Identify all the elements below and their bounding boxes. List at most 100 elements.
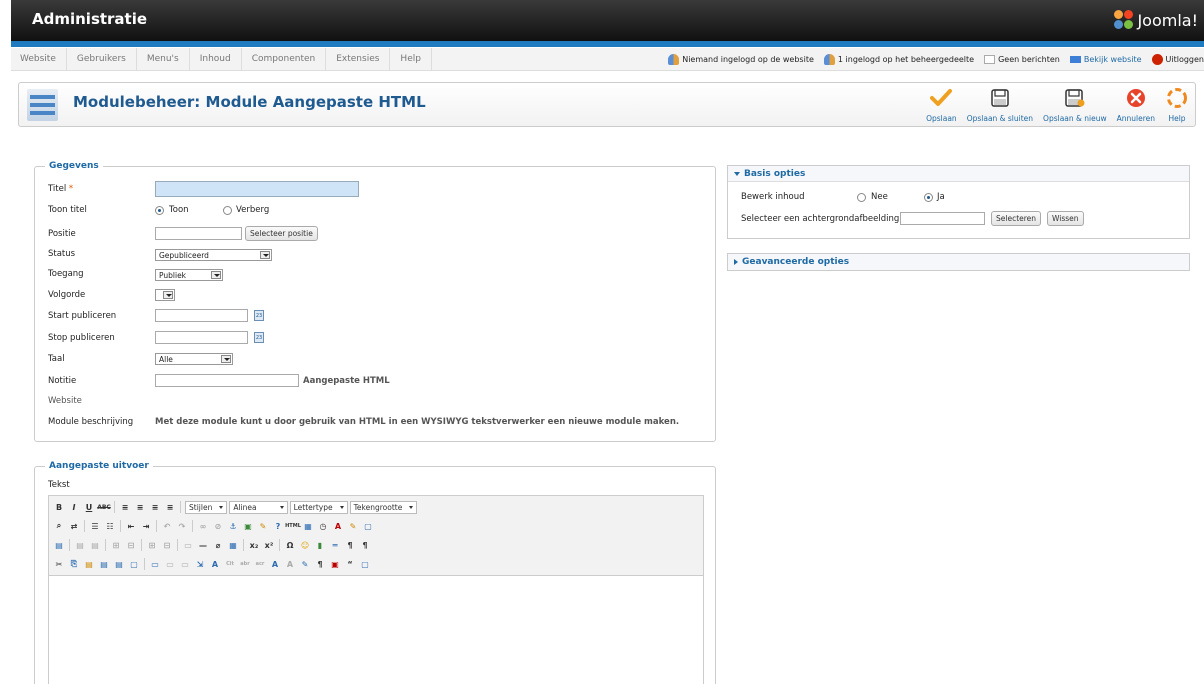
clear-image-button[interactable]: Wissen: [1047, 211, 1084, 226]
image-icon[interactable]: ▣: [242, 520, 254, 532]
advanced-options-header[interactable]: Geavanceerde opties: [728, 254, 1189, 270]
align-left-icon[interactable]: ≡: [119, 501, 131, 513]
cut-icon[interactable]: ✂: [53, 558, 65, 570]
position-input[interactable]: [155, 227, 242, 240]
superscript-icon[interactable]: x²: [263, 539, 275, 551]
cleanup-icon[interactable]: ✎: [257, 520, 269, 532]
delete-row-icon[interactable]: ⊟: [125, 539, 137, 551]
joomla-logo[interactable]: Joomla!: [1114, 9, 1198, 31]
menu-help[interactable]: Help: [390, 48, 432, 71]
redo-icon[interactable]: ↷: [176, 520, 188, 532]
style-props-icon[interactable]: A: [209, 558, 221, 570]
view-site-link[interactable]: Bekijk website: [1069, 55, 1142, 64]
save-close-button[interactable]: Opslaan & sluiten: [967, 87, 1033, 123]
insert-col-icon[interactable]: ⊞: [146, 539, 158, 551]
layer-insert-icon[interactable]: ▭: [149, 558, 161, 570]
anchor-icon[interactable]: ⚓: [227, 520, 239, 532]
underline-icon[interactable]: U: [83, 501, 95, 513]
align-center-icon[interactable]: ≡: [134, 501, 146, 513]
cancel-button[interactable]: Annuleren: [1117, 87, 1155, 123]
paste-icon[interactable]: ▤: [83, 558, 95, 570]
menu-extensions[interactable]: Extensies: [326, 48, 391, 71]
row-props-icon[interactable]: ▤: [74, 539, 86, 551]
subscript-icon[interactable]: x₂: [248, 539, 260, 551]
template-icon[interactable]: ▣: [329, 558, 341, 570]
note-input[interactable]: [155, 374, 299, 387]
styles-select[interactable]: Stijlen: [185, 500, 228, 514]
copy-icon[interactable]: ⎘: [68, 558, 80, 570]
date-icon[interactable]: ▦: [302, 520, 314, 532]
abbr-icon[interactable]: abr: [239, 558, 251, 570]
basic-options-header[interactable]: Basis opties: [728, 166, 1189, 182]
calendar-icon[interactable]: 23: [254, 310, 264, 321]
select-position-button[interactable]: Selecteer positie: [245, 226, 318, 241]
strikethrough-icon[interactable]: ABC: [97, 501, 111, 513]
stop-publishing-input[interactable]: [155, 331, 248, 344]
select-image-button[interactable]: Selecteren: [991, 211, 1042, 226]
ins-icon[interactable]: A: [269, 558, 281, 570]
language-select[interactable]: Alle: [155, 353, 233, 365]
access-select[interactable]: Publiek: [155, 269, 223, 281]
format-select[interactable]: Alinea: [229, 500, 288, 514]
italic-icon[interactable]: I: [68, 501, 80, 513]
attributes-icon[interactable]: ✎: [299, 558, 311, 570]
show-title-radio-hide[interactable]: [223, 206, 232, 215]
numbered-list-icon[interactable]: ☷: [104, 520, 116, 532]
unlink-icon[interactable]: ⊘: [212, 520, 224, 532]
html-source-icon[interactable]: HTML: [285, 520, 301, 532]
align-right-icon[interactable]: ≡: [149, 501, 161, 513]
highlight-icon[interactable]: ✎: [347, 520, 359, 532]
help-button[interactable]: Help: [1165, 87, 1189, 123]
menu-users[interactable]: Gebruikers: [67, 48, 137, 71]
find-icon[interactable]: ⌕: [53, 520, 65, 532]
editor-content-area[interactable]: [49, 577, 703, 684]
remove-format-icon[interactable]: ⌀: [212, 539, 224, 551]
cite-icon[interactable]: Cit: [224, 558, 236, 570]
outdent-icon[interactable]: ⇤: [125, 520, 137, 532]
table-icon[interactable]: ▤: [53, 539, 65, 551]
insert-row-icon[interactable]: ⊞: [110, 539, 122, 551]
menu-content[interactable]: Inhoud: [190, 48, 242, 71]
cell-props-icon[interactable]: ▤: [89, 539, 101, 551]
ltr-icon[interactable]: ¶: [344, 539, 356, 551]
special-char-icon[interactable]: Ω: [284, 539, 296, 551]
menu-components[interactable]: Componenten: [242, 48, 327, 71]
blockquote-icon[interactable]: “: [344, 558, 356, 570]
delete-col-icon[interactable]: ⊟: [161, 539, 173, 551]
acronym-icon[interactable]: acr: [254, 558, 266, 570]
link-icon[interactable]: ∞: [197, 520, 209, 532]
bullet-list-icon[interactable]: ☰: [89, 520, 101, 532]
show-blocks-icon[interactable]: ¶: [314, 558, 326, 570]
align-justify-icon[interactable]: ≡: [164, 501, 176, 513]
media-icon[interactable]: ▮: [314, 539, 326, 551]
save-button[interactable]: Opslaan: [926, 87, 957, 123]
status-select[interactable]: Gepubliceerd: [155, 249, 272, 261]
prepare-content-radio-yes[interactable]: [924, 193, 933, 202]
horizontal-rule-icon[interactable]: —: [197, 539, 209, 551]
nonbreaking-icon[interactable]: ▢: [359, 558, 371, 570]
del-icon[interactable]: A: [284, 558, 296, 570]
hr-icon[interactable]: ▭: [182, 539, 194, 551]
logout-link[interactable]: Uitloggen: [1151, 54, 1204, 65]
layer-backward-icon[interactable]: ▭: [179, 558, 191, 570]
emoticon-icon[interactable]: ☺: [299, 539, 311, 551]
font-family-select[interactable]: Lettertype: [289, 500, 348, 514]
indent-icon[interactable]: ⇥: [140, 520, 152, 532]
hr-line-icon[interactable]: ═: [329, 539, 341, 551]
ordering-select[interactable]: [155, 289, 175, 301]
fullscreen-icon[interactable]: ▢: [362, 520, 374, 532]
status-messages[interactable]: Geen berichten: [984, 55, 1060, 64]
calendar-icon[interactable]: 23: [254, 332, 264, 343]
replace-icon[interactable]: ⇄: [68, 520, 80, 532]
start-publishing-input[interactable]: [155, 309, 248, 322]
rtl-icon[interactable]: ¶: [359, 539, 371, 551]
help-icon[interactable]: ?: [272, 520, 284, 532]
save-new-button[interactable]: Opslaan & nieuw: [1043, 87, 1107, 123]
menu-website[interactable]: Website: [11, 48, 67, 71]
prepare-content-radio-no[interactable]: [857, 193, 866, 202]
bold-icon[interactable]: B: [53, 501, 65, 513]
select-all-icon[interactable]: ▢: [128, 558, 140, 570]
time-icon[interactable]: ◷: [317, 520, 329, 532]
paste-text-icon[interactable]: ▤: [98, 558, 110, 570]
font-color-icon[interactable]: A: [332, 520, 344, 532]
